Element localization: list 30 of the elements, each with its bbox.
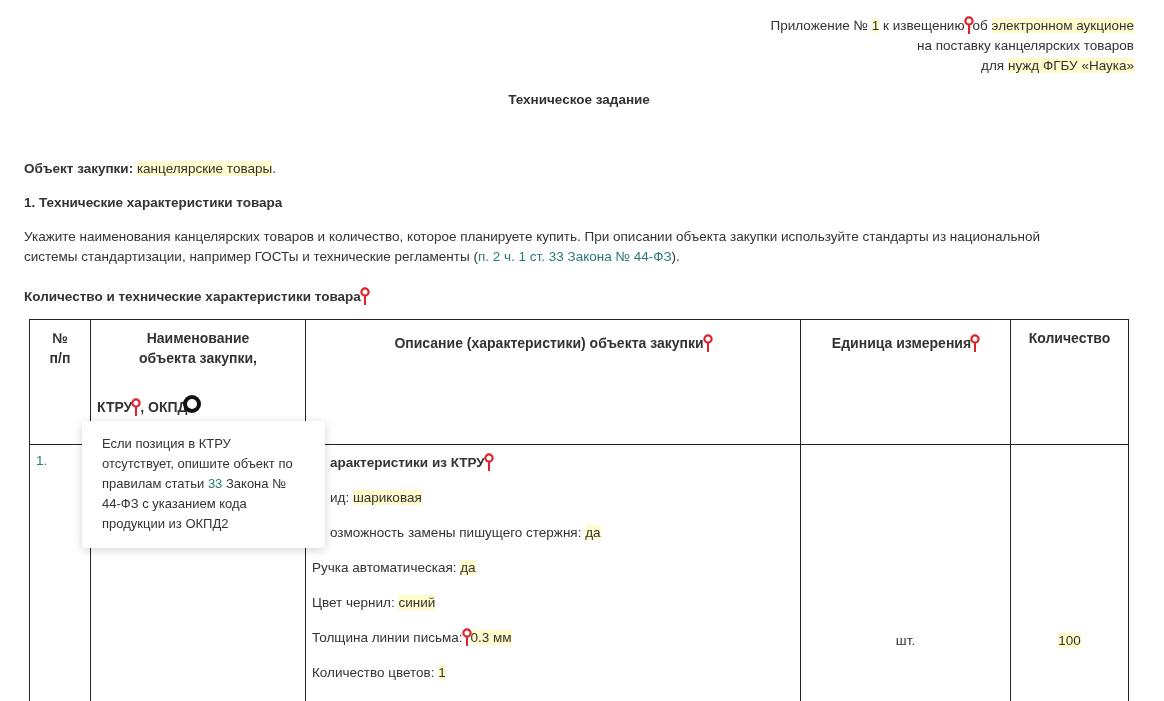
- column-header: Описание (характеристики) объекта закупки: [394, 333, 712, 353]
- quantity-value: 100: [1058, 632, 1081, 648]
- comment-pin-icon[interactable]: [461, 628, 472, 646]
- characteristic-line: Толщина линии письма: 0.3 мм: [312, 628, 513, 648]
- annex-line: для нужд ФГБУ «Наука»: [981, 57, 1134, 75]
- characteristic-line: Количество цветов: 1: [312, 664, 447, 682]
- law-link[interactable]: п. 2 ч. 1 ст. 33 Закона № 44-ФЗ: [477, 249, 672, 264]
- hint-tooltip: Если позиция в КТРУ отсутствует, опишите объект по правилам статьи 33 Закона № 44-ФЗ с указанием кода продукции из ОКПД2: [82, 421, 325, 548]
- unit-value: шт.: [895, 632, 916, 648]
- column-header: Единица измерения: [831, 333, 980, 353]
- document-title: Техническое задание: [507, 92, 651, 107]
- comment-pin-icon[interactable]: [970, 334, 981, 352]
- comment-pin-icon[interactable]: [131, 398, 142, 416]
- characteristic-line: Цвет чернил: синий: [312, 594, 437, 612]
- procurement-object: Объект закупки: канцелярские товары.: [24, 160, 277, 178]
- annex-line: Приложение № 1 к извещению об электронном аукционе: [770, 16, 1134, 36]
- characteristic-line: Ручка автоматическая: да: [312, 559, 477, 577]
- section-heading: 1. Технические характеристики товара: [24, 194, 284, 212]
- column-header: Количество: [1028, 329, 1111, 348]
- intro-paragraph: Укажите наименования канцелярских товаров и количество, которое планируете купить. При описании объекта закупки используйте стандарты из национальной системы стандартизации, например ГОСТы и технические регламенты (п. 2 ч. 1 ст. 33 Закона № 44-ФЗ).: [24, 228, 1041, 266]
- comment-pin-icon[interactable]: [359, 287, 370, 305]
- column-header: Наименование объекта закупки,: [138, 329, 258, 368]
- law-link[interactable]: 33: [207, 476, 223, 491]
- comment-pin-icon[interactable]: [702, 334, 713, 352]
- comment-pin-icon[interactable]: [963, 16, 974, 34]
- annex-line: на поставку канцелярских товаров: [917, 37, 1134, 55]
- comment-pin-icon[interactable]: [483, 453, 494, 471]
- column-header: № п/п: [48, 329, 72, 368]
- row-number: 1.: [36, 453, 48, 468]
- table-heading: Количество и технические характеристики товара: [24, 287, 1044, 307]
